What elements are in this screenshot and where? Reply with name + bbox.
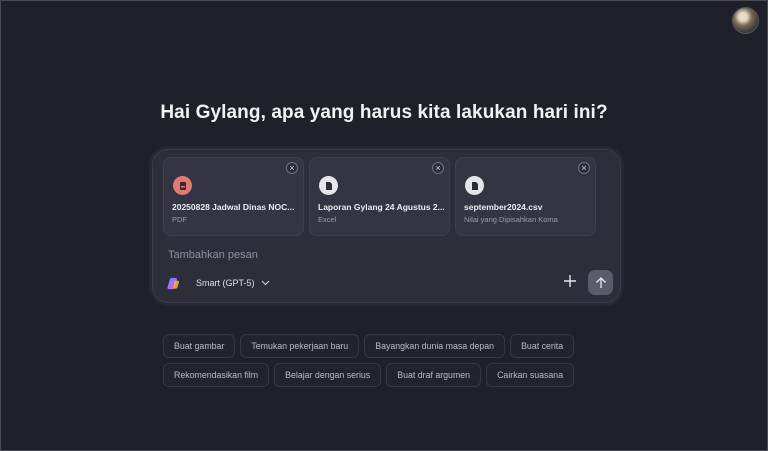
message-input[interactable] — [166, 246, 550, 264]
attachment-name: 20250828 Jadwal Dinas NOC... — [172, 202, 295, 212]
document-file-icon — [465, 176, 484, 195]
user-avatar[interactable] — [732, 7, 759, 34]
message-composer: 20250828 Jadwal Dinas NOC... PDF × Lapor… — [152, 149, 621, 303]
attachment-card[interactable]: september2024.csv Nilai yang Dipisahkan … — [455, 157, 596, 236]
attachment-type: Nilai yang Dipisahkan Koma — [464, 215, 558, 224]
attachment-list: 20250828 Jadwal Dinas NOC... PDF × Lapor… — [163, 157, 596, 236]
suggestion-chip[interactable]: Buat gambar — [163, 334, 236, 358]
remove-attachment-button[interactable]: × — [286, 162, 298, 174]
greeting-title: Hai Gylang, apa yang harus kita lakukan … — [160, 102, 608, 123]
model-label: Smart (GPT-5) — [196, 278, 255, 288]
app-window: Hai Gylang, apa yang harus kita lakukan … — [0, 0, 768, 451]
model-selector[interactable]: Smart (GPT-5) — [196, 278, 270, 288]
remove-attachment-button[interactable]: × — [432, 162, 444, 174]
attachment-name: Laporan Gylang 24 Agustus 2... — [318, 202, 444, 212]
send-button[interactable] — [588, 270, 613, 295]
arrow-up-icon — [595, 277, 606, 288]
suggestion-chip[interactable]: Buat draf argumen — [386, 363, 482, 387]
suggestion-list: Buat gambar Temukan pekerjaan baru Bayan… — [163, 334, 623, 387]
document-file-icon — [319, 176, 338, 195]
attachment-card[interactable]: Laporan Gylang 24 Agustus 2... Excel × — [309, 157, 450, 236]
attachment-type: Excel — [318, 215, 337, 224]
attachment-type: PDF — [172, 215, 187, 224]
suggestion-chip[interactable]: Cairkan suasana — [486, 363, 575, 387]
suggestion-chip[interactable]: Buat cerita — [510, 334, 575, 358]
suggestion-chip[interactable]: Rekomendasikan film — [163, 363, 270, 387]
copilot-logo-icon — [167, 277, 180, 290]
chevron-down-icon — [261, 278, 270, 288]
add-button[interactable] — [562, 273, 578, 291]
remove-attachment-button[interactable]: × — [578, 162, 590, 174]
suggestion-chip[interactable]: Temukan pekerjaan baru — [240, 334, 360, 358]
plus-icon — [564, 275, 576, 287]
attachment-card[interactable]: 20250828 Jadwal Dinas NOC... PDF × — [163, 157, 304, 236]
suggestion-chip[interactable]: Bayangkan dunia masa depan — [364, 334, 506, 358]
pdf-file-icon — [173, 176, 192, 195]
suggestion-chip[interactable]: Belajar dengan serius — [274, 363, 382, 387]
attachment-name: september2024.csv — [464, 202, 543, 212]
